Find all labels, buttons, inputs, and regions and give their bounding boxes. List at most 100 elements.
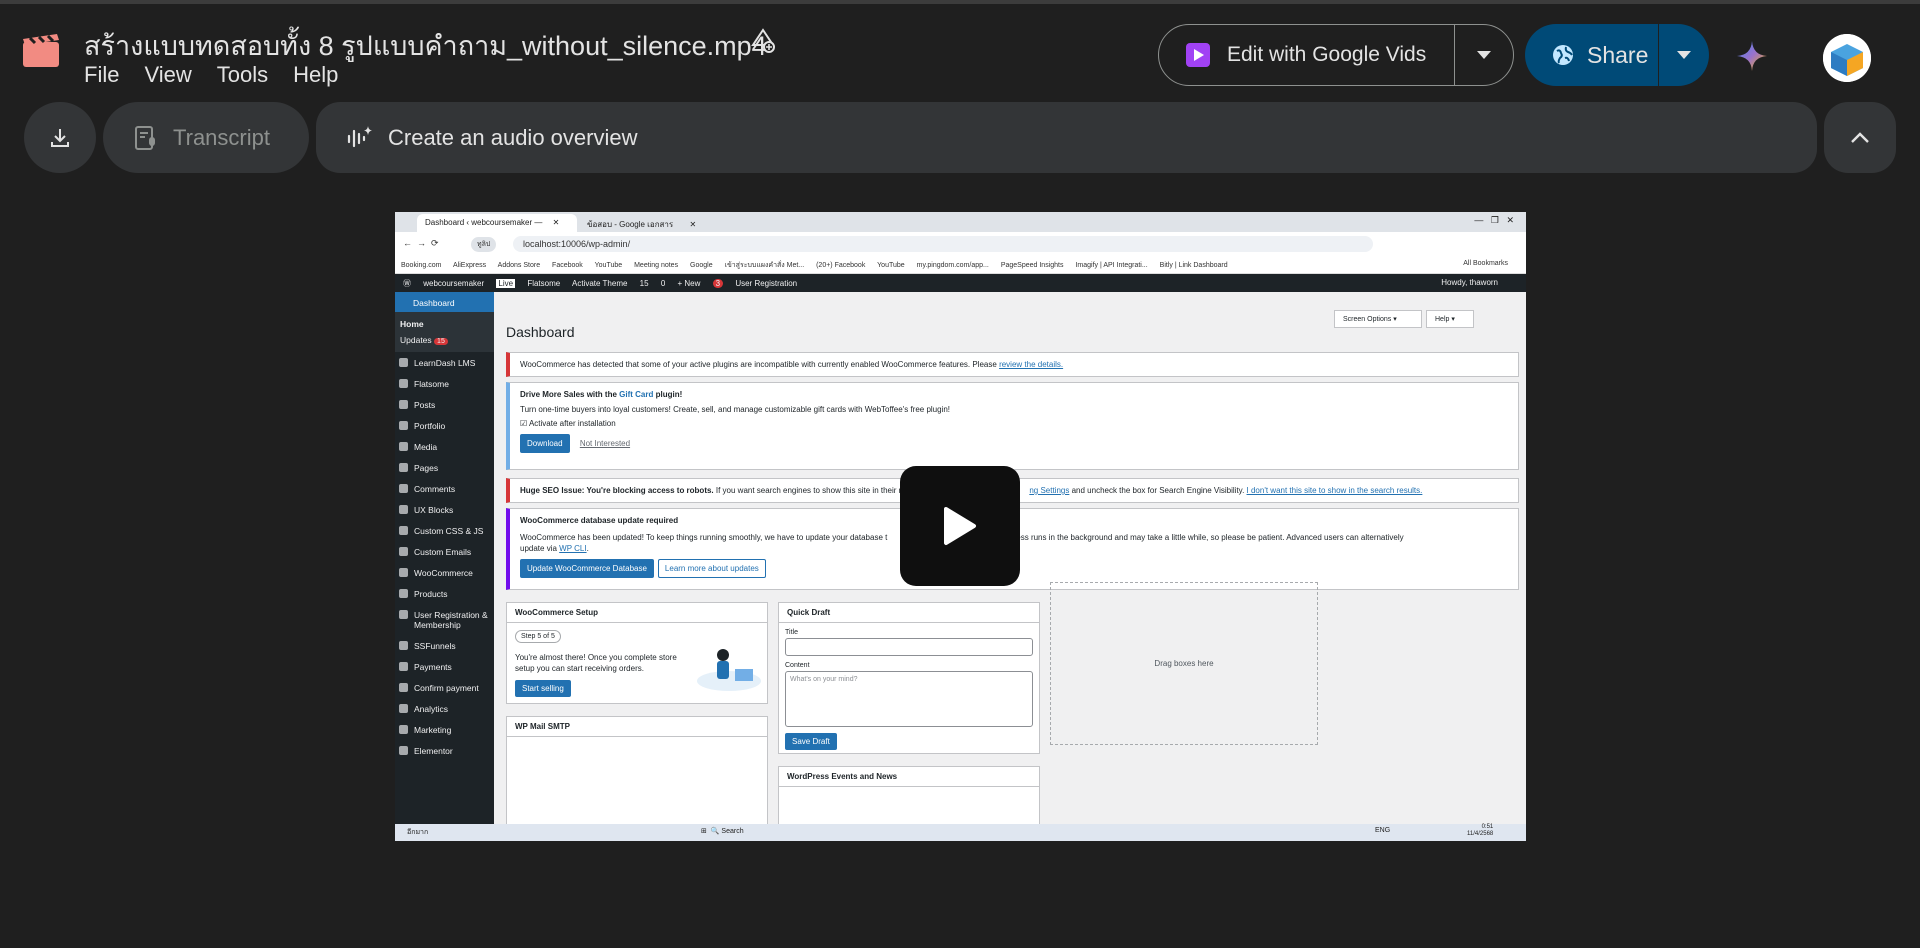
draft-title-label: Title — [785, 629, 798, 636]
sidebar-item: Portfolio — [395, 415, 494, 436]
share-split-button: Share — [1525, 24, 1709, 86]
gift-body: Turn one-time buyers into loyal customer… — [520, 405, 951, 415]
gift-link: Gift Card — [619, 390, 654, 399]
sidebar-item: LearnDash LMS — [395, 352, 494, 373]
add-shortcut-icon[interactable] — [748, 26, 778, 56]
adminbar-item: 3 — [712, 279, 724, 288]
bookmark: YouTube — [594, 262, 623, 269]
bookmark: PageSpeed Insights — [1000, 262, 1064, 269]
collapse-toolbar-button[interactable] — [1824, 102, 1896, 173]
notice-link: review the details. — [999, 360, 1064, 369]
sidebar-item: WooCommerce — [395, 562, 494, 583]
screen-options-tab: Screen Options ▾ — [1334, 310, 1422, 328]
vids-dropdown-button[interactable] — [1455, 50, 1513, 60]
gift-download-button: Download — [520, 433, 570, 453]
play-button[interactable] — [900, 466, 1020, 586]
menu-view[interactable]: View — [144, 62, 191, 88]
sidebar-item: Elementor — [395, 740, 494, 761]
sidebar-sub-updates: Updates 15 — [395, 332, 494, 348]
bookmark: YouTube — [877, 262, 905, 269]
gift-not-interested: Not Interested — [579, 438, 631, 448]
gift-title-post: plugin! — [655, 390, 683, 399]
bookmark: my.pingdom.com/app... — [916, 262, 989, 269]
edit-with-vids-button[interactable]: Edit with Google Vids — [1159, 25, 1455, 85]
bookmark: (20+) Facebook — [816, 262, 866, 269]
wp-admin-bar: Ⓦ webcoursemaker Live Flatsome Activate … — [395, 274, 1526, 292]
url-field: localhost:10006/wp-admin/ — [513, 236, 1373, 252]
box-title: WordPress Events and News — [779, 767, 1039, 787]
video-clapper-icon — [23, 34, 59, 67]
bookmark: Addons Store — [497, 262, 541, 269]
tab-label: Dashboard ‹ webcoursemaker — — [425, 218, 543, 227]
audio-overview-label: Create an audio overview — [388, 124, 638, 150]
db-body: WooCommerce has been updated! To keep th… — [520, 533, 888, 543]
file-title: สร้างแบบทดสอบทั้ง 8 รูปแบบคำถาม_without_… — [84, 31, 767, 61]
draft-content-label: Content — [785, 662, 810, 669]
create-audio-overview-button[interactable]: Create an audio overview — [316, 102, 1817, 173]
gemini-sparkle-icon[interactable] — [1736, 40, 1768, 72]
box-woo-setup: WooCommerce Setup Step 5 of 5 You're alm… — [506, 602, 768, 704]
google-vids-icon — [1186, 43, 1210, 67]
db-update-button: Update WooCommerce Database — [520, 558, 654, 578]
audio-sparkle-icon — [347, 125, 372, 147]
adminbar-item: Live — [496, 279, 516, 288]
bookmark: Booking.com — [401, 262, 442, 269]
caret-down-icon — [1677, 51, 1691, 59]
sidebar-item: SSFunnels — [395, 635, 494, 656]
setup-text: You're almost there! Once you complete s… — [515, 653, 677, 674]
box-title: WooCommerce Setup — [507, 603, 767, 623]
adminbar-item: 15 — [639, 279, 649, 288]
adminbar-item: Activate Theme — [572, 279, 628, 288]
browser-tab-active: Dashboard ‹ webcoursemaker — ✕ — [417, 214, 577, 232]
share-dropdown-button[interactable] — [1659, 50, 1709, 60]
sidebar-submenu: Home Updates 15 — [395, 312, 494, 352]
menu-bar: File View Tools Help — [84, 62, 363, 88]
download-button[interactable] — [24, 102, 96, 173]
bookmark: Facebook — [552, 262, 583, 269]
account-avatar[interactable] — [1823, 34, 1871, 82]
browser-tab-bar: Dashboard ‹ webcoursemaker — ✕ ข้อสอบ - … — [395, 212, 1526, 232]
notice-text: WooCommerce has detected that some of yo… — [520, 360, 997, 369]
adminbar-item: + New — [677, 279, 701, 288]
globe-icon — [1553, 45, 1573, 65]
bookmark: All Bookmarks — [1463, 260, 1508, 267]
browser-tab: ข้อสอบ - Google เอกสาร ✕ — [587, 220, 697, 229]
bookmark: เข้าสู่ระบบแผงคำสั่ง Met... — [724, 262, 805, 269]
menu-help[interactable]: Help — [293, 62, 338, 88]
sidebar-item: Confirm payment — [395, 677, 494, 698]
sidebar-item: Pages — [395, 457, 494, 478]
windows-taskbar: อีกมาก ⊞ 🔍 Search ENG 0:51 11/4/2568 — [395, 824, 1526, 841]
help-tab: Help ▾ — [1426, 310, 1474, 328]
nav-arrows: ← → ⟳ — [403, 238, 439, 248]
sidebar-item: UX Blocks — [395, 499, 494, 520]
seo-text3: and uncheck the box for Search Engine Vi… — [1071, 486, 1245, 495]
save-draft-button: Save Draft — [785, 733, 837, 750]
gift-title: Drive More Sales with the — [520, 390, 617, 399]
draft-content-input: What's on your mind? — [785, 671, 1033, 727]
share-button[interactable]: Share — [1525, 24, 1659, 86]
sidebar-item: Custom Emails — [395, 541, 494, 562]
drag-boxes-area: Drag boxes here — [1050, 582, 1318, 745]
draft-title-input — [785, 638, 1033, 656]
sidebar-item-dashboard: Dashboard — [395, 292, 494, 312]
caret-down-icon — [1477, 51, 1491, 59]
edit-with-vids-split-button: Edit with Google Vids — [1158, 24, 1514, 86]
seo-text: If you want search engines to show this … — [715, 486, 902, 495]
setup-step-badge: Step 5 of 5 — [515, 630, 561, 643]
db-body2: se update process runs in the background… — [963, 533, 1404, 543]
bookmark: Imagify | API Integrati... — [1075, 262, 1148, 269]
seo-text2: ng Settings — [1029, 486, 1070, 495]
bookmark: Google — [690, 262, 713, 269]
menu-tools[interactable]: Tools — [217, 62, 268, 88]
box-wp-mail-smtp: WP Mail SMTP — [506, 716, 768, 824]
transcript-icon — [135, 125, 155, 150]
profile-chip: ทูลิป — [471, 237, 497, 252]
browser-address-bar: ← → ⟳ ทูลิป localhost:10006/wp-admin/ — [395, 232, 1526, 256]
sidebar-item: Products — [395, 583, 494, 604]
transcript-button[interactable]: Transcript — [103, 102, 309, 173]
taskbar-date: 11/4/2568 — [1467, 831, 1494, 838]
adminbar-item: User Registration — [735, 279, 798, 288]
sidebar-item: Posts — [395, 394, 494, 415]
adminbar-item: webcoursemaker — [423, 279, 485, 288]
menu-file[interactable]: File — [84, 62, 119, 88]
